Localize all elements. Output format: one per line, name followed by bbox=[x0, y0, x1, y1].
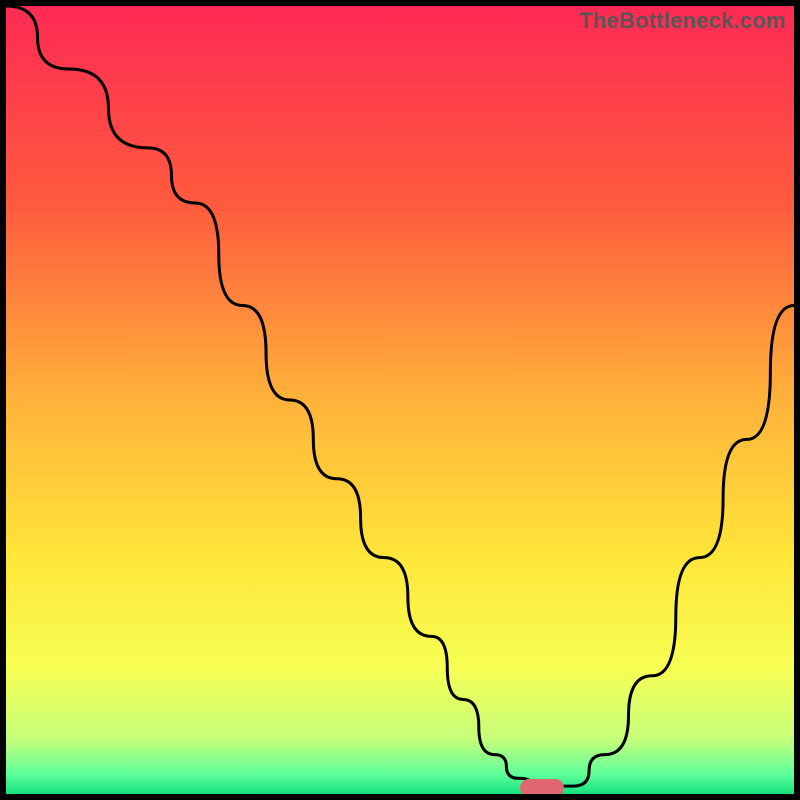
watermark-text: TheBottleneck.com bbox=[580, 8, 786, 34]
chart-border bbox=[0, 0, 800, 800]
